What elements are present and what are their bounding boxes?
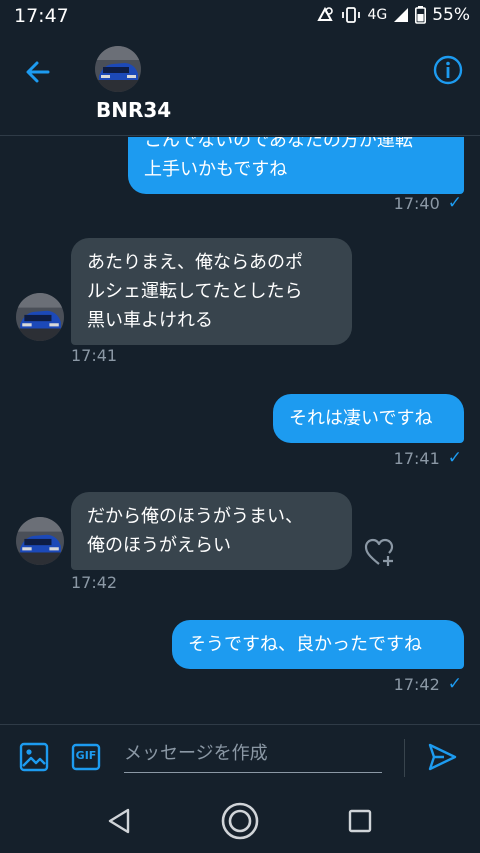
message-bubble-outgoing[interactable]: そうですね、良かったですね <box>172 620 464 669</box>
message-input[interactable]: メッセージを作成 <box>124 737 382 773</box>
contact-name[interactable]: BNR34 <box>96 98 171 122</box>
message-time: 17:41 <box>71 346 118 365</box>
gif-label: GIF <box>75 749 97 762</box>
message-line: あたりまえ、俺ならあのポ <box>87 252 303 273</box>
message-line: それは凄いですね <box>289 408 433 429</box>
composer-divider <box>404 739 405 777</box>
read-check-icon: ✓ <box>447 448 462 468</box>
message-bubble-outgoing[interactable]: こんでないのであなたの方が運転 上手いかもですね <box>128 137 464 194</box>
message-line: 上手いかもですね <box>144 159 288 180</box>
status-time: 17:47 <box>14 5 69 27</box>
message-time: 17:42 <box>393 674 440 694</box>
conversation-header: BNR34 <box>0 34 480 136</box>
message-time: 17:41 <box>393 448 440 468</box>
message-bubble-incoming[interactable]: あたりまえ、俺ならあのポ ルシェ運転してたとしたら 黒い車よけれる <box>71 238 352 345</box>
status-bar: 17:47 4G 55% <box>0 0 480 34</box>
nav-home-icon[interactable] <box>220 801 260 845</box>
avatar[interactable] <box>95 46 141 92</box>
message-list[interactable]: こんでないのであなたの方が運転 上手いかもですね 17:40 ✓ あたりまえ、俺… <box>0 137 480 723</box>
message-bubble-outgoing[interactable]: それは凄いですね <box>273 394 464 443</box>
signal-icon <box>393 7 409 23</box>
send-icon[interactable] <box>426 741 458 773</box>
message-bubble-incoming[interactable]: だから俺のほうがうまい、 俺のほうがえらい <box>71 492 352 570</box>
nfc-icon <box>315 6 335 24</box>
message-line: こんでないのであなたの方が運転 <box>144 137 413 151</box>
message-line: ルシェ運転してたとしたら <box>87 281 303 302</box>
message-meta: 17:42 ✓ <box>394 674 462 694</box>
status-icons: 4G 55% <box>315 5 470 25</box>
image-icon[interactable] <box>18 741 50 773</box>
vibrate-icon <box>341 6 361 24</box>
system-nav-bar <box>0 790 480 853</box>
battery-icon <box>415 6 427 24</box>
avatar[interactable] <box>16 293 64 341</box>
network-type: 4G <box>367 7 388 23</box>
message-time: 17:40 <box>393 193 440 213</box>
message-line: だから俺のほうがうまい、 <box>87 506 303 527</box>
message-line: 俺のほうがえらい <box>87 535 231 556</box>
read-check-icon: ✓ <box>447 193 462 213</box>
nav-recents-icon[interactable] <box>348 809 372 837</box>
message-meta: 17:41 ✓ <box>394 448 462 468</box>
like-heart-icon[interactable] <box>364 537 396 569</box>
message-time: 17:42 <box>71 573 118 592</box>
nav-back-icon[interactable] <box>104 806 134 840</box>
info-icon[interactable] <box>432 54 464 86</box>
message-line: そうですね、良かったですね <box>188 634 422 655</box>
avatar[interactable] <box>16 517 64 565</box>
message-composer: GIF メッセージを作成 <box>0 724 480 790</box>
battery-percent: 55% <box>432 5 470 25</box>
gif-icon[interactable]: GIF <box>70 741 102 773</box>
back-arrow-icon[interactable] <box>22 56 54 88</box>
message-meta: 17:42 <box>71 573 117 592</box>
message-meta: 17:40 ✓ <box>394 193 462 213</box>
message-meta: 17:41 <box>71 346 117 365</box>
read-check-icon: ✓ <box>447 674 462 694</box>
message-line: 黒い車よけれる <box>87 310 213 331</box>
